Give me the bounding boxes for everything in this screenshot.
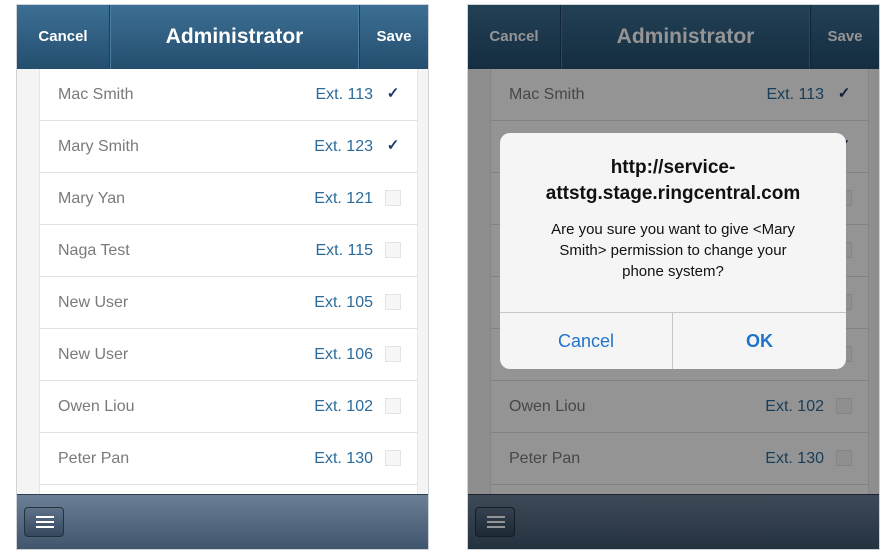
dialog-title: http://service- attstg.stage.ringcentral… xyxy=(510,155,836,207)
dialog-cancel-button[interactable]: Cancel xyxy=(500,313,673,369)
list-item[interactable]: New User Ext. 106 xyxy=(40,329,417,381)
checkbox[interactable] xyxy=(385,242,401,258)
dialog-title-line: http://service- xyxy=(610,157,736,178)
contact-name: Peter Pan xyxy=(58,450,130,467)
menu-button[interactable] xyxy=(24,507,64,537)
checkbox[interactable] xyxy=(385,450,401,466)
cancel-button[interactable]: Cancel xyxy=(17,5,110,69)
checkbox[interactable]: ✓ xyxy=(385,86,401,102)
bottom-toolbar xyxy=(17,494,428,549)
contact-name: Mary Yan xyxy=(58,190,125,207)
dialog-ok-button[interactable]: OK xyxy=(673,313,846,369)
dialog-title-line: attstg.stage.ringcentral.com xyxy=(545,183,801,204)
contact-extension: Ext. 113 xyxy=(315,86,373,103)
contact-extension: Ext. 106 xyxy=(314,346,373,363)
contact-extension: Ext. 130 xyxy=(314,450,373,467)
contact-extension: Ext. 105 xyxy=(314,294,373,311)
contact-name: New User xyxy=(58,294,129,311)
contact-name: New User xyxy=(58,346,129,363)
checkbox[interactable] xyxy=(385,398,401,414)
contact-name: Owen Liou xyxy=(58,398,135,415)
dialog-message-line: Smith> permission to change your xyxy=(559,242,787,259)
contact-name: Mary Smith xyxy=(58,138,139,155)
dialog-message-line: Are you sure you want to give <Mary xyxy=(551,221,795,238)
list-item[interactable]: Naga Test Ext. 115 xyxy=(40,225,417,277)
checkbox[interactable] xyxy=(385,294,401,310)
dialog-message: Are you sure you want to give <Mary Smit… xyxy=(518,219,828,282)
list-item[interactable]: New User Ext. 105 xyxy=(40,277,417,329)
nav-header: Cancel Administrator Save xyxy=(17,5,428,69)
dialog-actions: Cancel OK xyxy=(500,312,846,369)
confirm-dialog: http://service- attstg.stage.ringcentral… xyxy=(500,133,846,369)
checkbox[interactable]: ✓ xyxy=(385,138,401,154)
contact-name: Naga Test xyxy=(58,242,130,259)
dialog-message-line: phone system? xyxy=(622,263,724,280)
contact-extension: Ext. 115 xyxy=(315,242,373,259)
list-item[interactable]: Peter Pan Ext. 130 xyxy=(40,433,417,485)
list-item[interactable]: Mac Smith Ext. 113 ✓ xyxy=(40,69,417,121)
save-button[interactable]: Save xyxy=(359,5,428,69)
contact-extension: Ext. 123 xyxy=(314,138,373,155)
contact-list: Mac Smith Ext. 113 ✓ Mary Smith Ext. 123… xyxy=(39,69,418,495)
contact-name: Mac Smith xyxy=(58,86,134,103)
list-item[interactable]: Mary Smith Ext. 123 ✓ xyxy=(40,121,417,173)
page-title: Administrator xyxy=(165,25,304,48)
checkbox[interactable] xyxy=(385,346,401,362)
checkbox[interactable] xyxy=(385,190,401,206)
list-item[interactable]: Mary Yan Ext. 121 xyxy=(40,173,417,225)
phone-screen-with-dialog: Cancel Administrator Save Mac Smith Ext.… xyxy=(467,4,880,550)
phone-screen-before: Cancel Administrator Save Mac Smith Ext.… xyxy=(16,4,429,550)
contact-extension: Ext. 102 xyxy=(314,398,373,415)
list-item[interactable]: Owen Liou Ext. 102 xyxy=(40,381,417,433)
contact-extension: Ext. 121 xyxy=(314,190,373,207)
